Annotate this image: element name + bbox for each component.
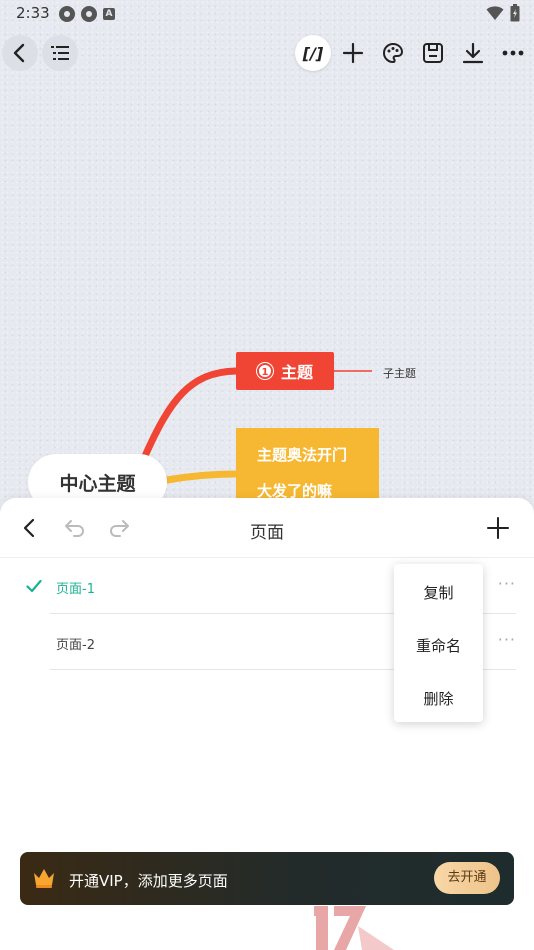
vip-text: 开通VIP，添加更多页面 xyxy=(69,872,228,890)
vip-banner[interactable]: 开通VIP，添加更多页面 去开通 xyxy=(20,852,514,905)
yellow-topic-line-1: 主题奥法开门 xyxy=(257,446,348,464)
page-label: 页面-2 xyxy=(56,638,95,653)
page-more-button[interactable]: ··· xyxy=(498,630,516,649)
menu-delete[interactable]: 删除 xyxy=(394,688,483,709)
check-icon xyxy=(26,578,42,597)
add-icon xyxy=(487,517,509,539)
watermark-logo xyxy=(314,906,394,950)
crown-icon xyxy=(34,869,54,888)
topic-label: 主题 xyxy=(280,363,313,382)
vip-activate-button[interactable]: 去开通 xyxy=(434,862,500,894)
page-label: 页面-1 xyxy=(56,582,95,597)
subtopic-node[interactable]: 子主题 xyxy=(383,365,416,381)
yellow-topic-node[interactable]: 主题奥法开门 大发了的嘛 xyxy=(236,428,379,502)
sheet-header: 页面 xyxy=(0,498,534,558)
page-more-button[interactable]: ··· xyxy=(498,574,516,593)
sheet-title: 页面 xyxy=(250,523,284,543)
page-context-menu: 复制 重命名 删除 xyxy=(394,564,483,722)
menu-rename[interactable]: 重命名 xyxy=(394,635,483,656)
topic-node[interactable]: 1 主题 xyxy=(236,352,334,390)
add-page-button[interactable] xyxy=(486,516,510,544)
priority-badge: 1 xyxy=(256,363,273,379)
menu-copy[interactable]: 复制 xyxy=(394,582,483,603)
